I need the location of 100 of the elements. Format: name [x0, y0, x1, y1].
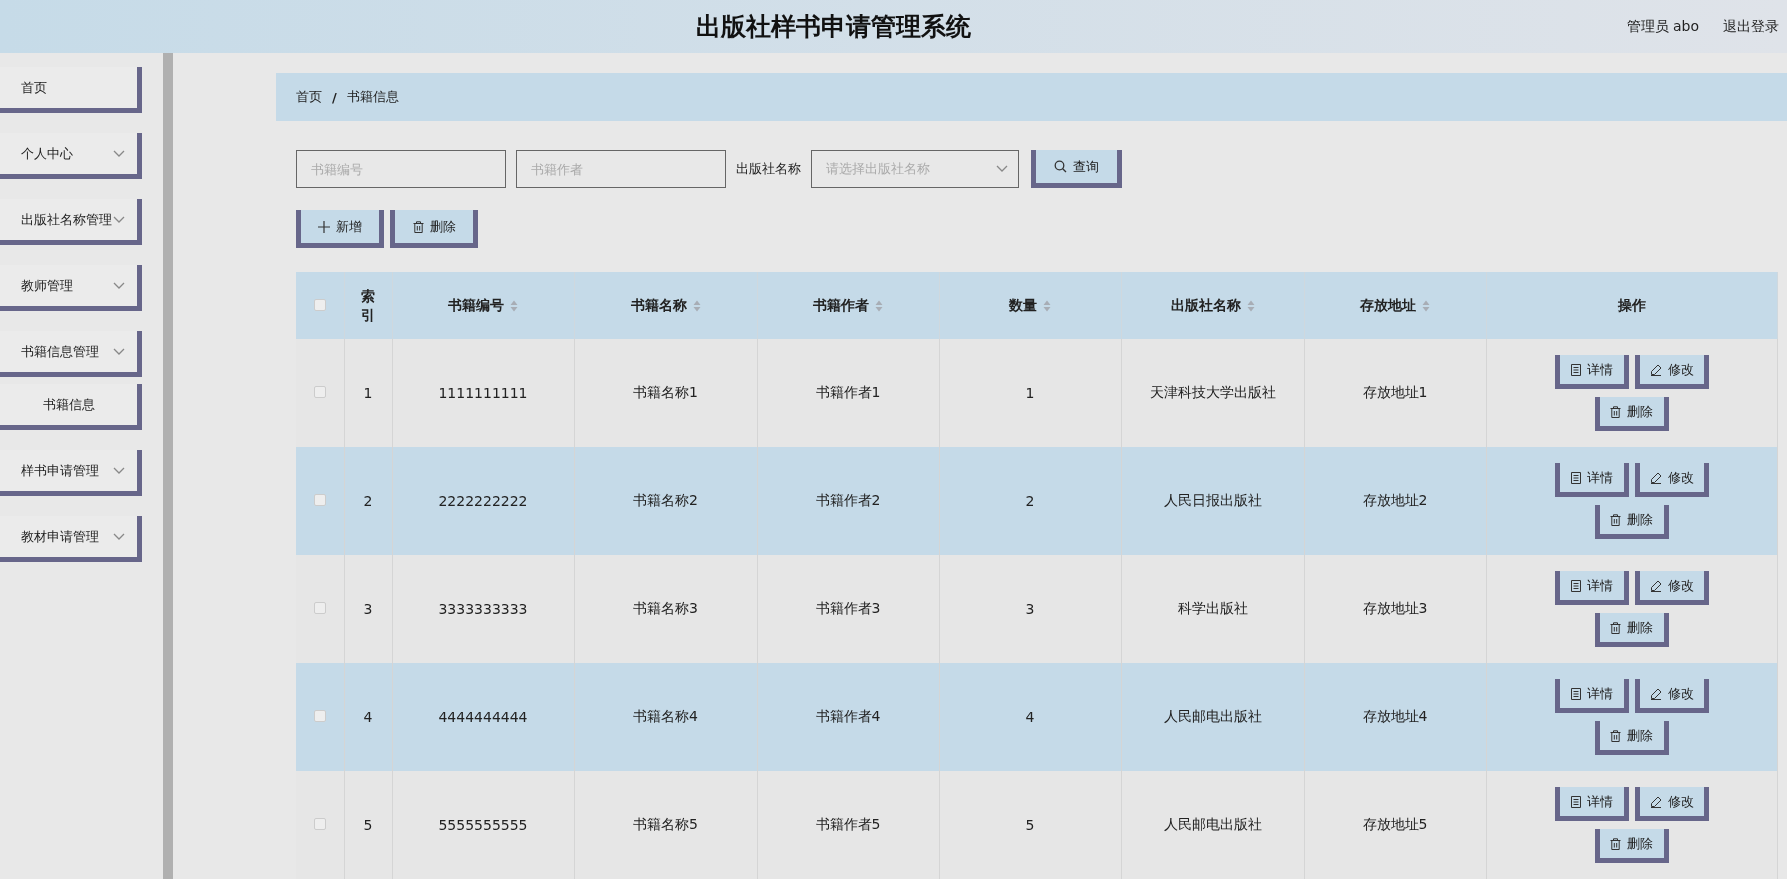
delete-button[interactable]: 删除	[1594, 721, 1669, 755]
table-cell: 4	[363, 709, 373, 725]
pencil-icon	[1649, 687, 1662, 700]
table-cell: 存放地址1	[1362, 384, 1428, 400]
table-cell: 书籍名称2	[633, 492, 698, 508]
delete-button[interactable]: 删除	[1594, 505, 1669, 539]
edit-button[interactable]: 修改	[1634, 463, 1709, 497]
scrollbar[interactable]	[163, 53, 173, 879]
delete-button[interactable]: 删除	[1594, 613, 1669, 647]
table-cell: 3333333333	[438, 601, 528, 617]
chevron-down-icon	[113, 215, 125, 224]
detail-button[interactable]: 详情	[1554, 571, 1629, 605]
sort-icon[interactable]	[1422, 299, 1430, 312]
sort-icon[interactable]	[1043, 299, 1051, 312]
table-cell: 5	[1025, 817, 1035, 833]
document-icon	[1570, 579, 1581, 592]
table-cell: 4444444444	[438, 709, 528, 725]
column-header: 书籍名称	[630, 296, 687, 315]
detail-button[interactable]: 详情	[1554, 787, 1629, 821]
table-cell: 书籍名称3	[633, 600, 698, 616]
breadcrumb-link[interactable]: 书籍信息	[346, 88, 399, 106]
trash-icon	[1610, 405, 1621, 418]
search-icon	[1054, 160, 1067, 173]
sidebar-item[interactable]: 个人中心	[0, 133, 142, 179]
table-cell: 书籍名称1	[633, 384, 698, 400]
sidebar-item[interactable]: 教师管理	[0, 265, 142, 311]
row-checkbox[interactable]	[313, 494, 326, 506]
sort-icon[interactable]	[875, 299, 883, 312]
chevron-down-icon	[113, 281, 125, 290]
chevron-down-icon	[113, 347, 125, 356]
breadcrumb-separator: /	[332, 89, 337, 105]
table-cell: 科学出版社	[1177, 600, 1248, 616]
table-cell: 人民邮电出版社	[1163, 708, 1262, 724]
delete-button[interactable]: 删除	[1594, 829, 1669, 863]
detail-button[interactable]: 详情	[1554, 355, 1629, 389]
sidebar-item[interactable]: 首页	[0, 67, 142, 113]
table-cell: 书籍作者4	[815, 708, 881, 724]
detail-button[interactable]: 详情	[1554, 679, 1629, 713]
table-cell: 书籍作者1	[815, 384, 881, 400]
search-field[interactable]: 书籍作者	[516, 150, 726, 188]
table-cell: 1	[363, 385, 373, 401]
chevron-down-icon	[996, 165, 1008, 173]
sort-icon[interactable]	[510, 299, 518, 312]
table-cell: 2	[363, 493, 373, 509]
app-title: 出版社样书申请管理系统	[695, 12, 971, 41]
sidebar-item[interactable]: 出版社名称管理	[0, 199, 142, 245]
row-checkbox[interactable]	[313, 710, 326, 722]
edit-button[interactable]: 修改	[1634, 787, 1709, 821]
table-cell: 3	[363, 601, 373, 617]
table-cell: 书籍名称5	[633, 816, 698, 832]
column-header: 索引	[361, 287, 375, 324]
column-header: 存放地址	[1360, 296, 1416, 315]
table-cell: 人民日报出版社	[1163, 492, 1262, 508]
row-checkbox[interactable]	[313, 602, 326, 614]
table-cell: 书籍作者2	[815, 492, 881, 508]
table-cell: 2222222222	[438, 493, 528, 509]
delete-button[interactable]: 删除	[1594, 397, 1669, 431]
sidebar-item[interactable]: 样书申请管理	[0, 450, 142, 496]
search-field[interactable]: 书籍编号	[296, 150, 506, 188]
logout-link[interactable]: 退出登录	[1723, 17, 1779, 36]
sidebar-subitem[interactable]: 书籍信息	[0, 384, 142, 430]
chevron-down-icon	[113, 532, 125, 541]
query-button[interactable]: 查询	[1031, 150, 1122, 188]
breadcrumb-link[interactable]: 首页	[296, 88, 322, 106]
table-cell: 存放地址5	[1362, 816, 1428, 832]
edit-button[interactable]: 修改	[1634, 679, 1709, 713]
add-button[interactable]: 新增	[296, 210, 384, 248]
table-cell: 存放地址2	[1362, 492, 1428, 508]
table-cell: 天津科技大学出版社	[1149, 384, 1276, 400]
table-cell: 5	[363, 817, 373, 833]
sidebar-item[interactable]: 教材申请管理	[0, 516, 142, 562]
select-all-checkbox[interactable]	[313, 298, 326, 311]
edit-button[interactable]: 修改	[1634, 355, 1709, 389]
detail-button[interactable]: 详情	[1554, 463, 1629, 497]
field-label: 出版社名称	[736, 160, 801, 178]
document-icon	[1570, 795, 1581, 808]
sidebar-item[interactable]: 书籍信息管理	[0, 331, 142, 377]
table-cell: 人民邮电出版社	[1163, 816, 1262, 832]
sort-icon[interactable]	[1246, 299, 1255, 312]
trash-icon	[1610, 513, 1621, 526]
sort-icon[interactable]	[692, 299, 701, 312]
table-cell: 1111111111	[438, 385, 528, 401]
chevron-down-icon	[113, 466, 125, 475]
row-checkbox[interactable]	[313, 386, 326, 398]
edit-button[interactable]: 修改	[1634, 571, 1709, 605]
document-icon	[1570, 471, 1581, 484]
trash-icon	[1610, 729, 1621, 742]
document-icon	[1570, 363, 1581, 376]
pencil-icon	[1649, 363, 1662, 376]
trash-icon	[412, 220, 424, 233]
table-cell: 5555555555	[438, 817, 528, 833]
user-label: 管理员 abo	[1626, 17, 1699, 36]
plus-icon	[318, 220, 330, 233]
delete-button[interactable]: 删除	[390, 210, 478, 248]
row-checkbox[interactable]	[313, 818, 326, 830]
table-cell: 2	[1025, 493, 1035, 509]
table-cell: 存放地址4	[1362, 708, 1428, 724]
table-cell: 存放地址3	[1362, 600, 1428, 616]
document-icon	[1570, 687, 1581, 700]
column-header: 书籍作者	[813, 296, 869, 315]
